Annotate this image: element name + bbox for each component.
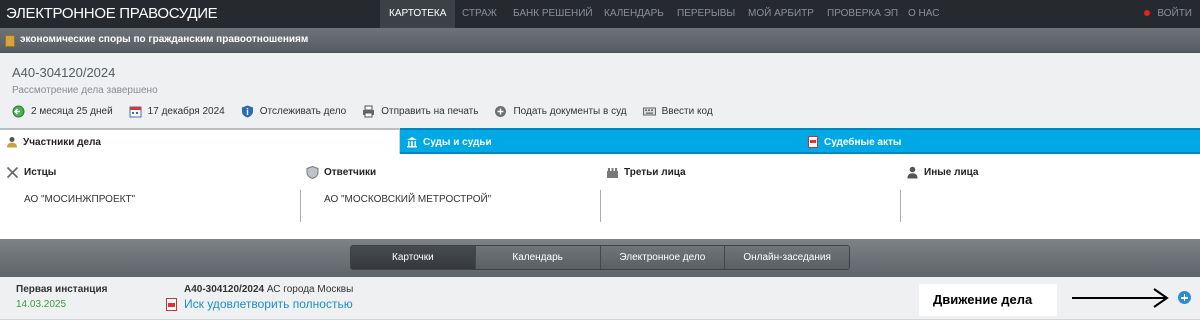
printer-icon <box>363 105 375 118</box>
track-case-button[interactable]: Отслеживать дело <box>241 105 347 118</box>
case-date-label: 17 декабря 2024 <box>147 106 225 117</box>
submit-documents-button[interactable]: Подать документы в суд <box>494 105 627 118</box>
decision-link[interactable]: Иск удовлетворить полностью <box>184 297 353 311</box>
tab-acts-label: Судебные акты <box>824 137 902 148</box>
print-label: Отправить на печать <box>381 106 479 117</box>
track-case-label: Отслеживать дело <box>259 106 347 117</box>
arrow-right-icon <box>1072 288 1169 308</box>
defendants-title: Ответчики <box>324 167 377 178</box>
case-tabs: Участники дела Суды и судьи Судебные акт… <box>0 128 1200 154</box>
keyboard-icon <box>642 107 656 116</box>
plaintiffs-title: Истцы <box>24 167 57 178</box>
instance-title: Первая инстанция <box>16 284 108 295</box>
case-duration-label: 2 месяца 25 дней <box>31 106 113 117</box>
nav-item-bank-resheniy[interactable]: БАНК РЕШЕНИЙ <box>504 0 602 28</box>
courthouse-icon <box>407 137 417 148</box>
folder-icon <box>5 35 15 47</box>
case-category: экономические споры по гражданским право… <box>20 34 309 45</box>
pdf-document-icon <box>808 136 818 148</box>
view-switcher: Карточки Календарь Электронное дело Онла… <box>350 245 850 270</box>
nav-item-proverka-ep[interactable]: ПРОВЕРКА ЭП <box>818 0 907 28</box>
tab-courts-label: Суды и судьи <box>423 137 492 148</box>
category-bar: экономические споры по гражданским право… <box>0 28 1200 53</box>
view-cards-button[interactable]: Карточки <box>351 246 476 269</box>
login-link[interactable]: ВОЙТИ <box>1144 0 1192 28</box>
case-status: Рассмотрение дела завершено <box>12 85 158 96</box>
nav-item-strazh[interactable]: СТРАЖ <box>453 0 506 28</box>
login-label: ВОЙТИ <box>1157 8 1192 19</box>
defendants-column: Ответчики АО "МОСКОВСКИЙ МЕТРОСТРОЙ" <box>300 154 600 239</box>
instance-court: АС города Москвы <box>266 284 354 295</box>
case-date: 17 декабря 2024 <box>129 105 225 118</box>
print-button[interactable]: Отправить на печать <box>362 105 478 118</box>
other-parties-title: Иные лица <box>924 167 979 178</box>
case-movement-label: Движение дела <box>933 292 1033 307</box>
plus-circle-icon <box>495 106 507 117</box>
case-header: А40-304120/2024 Рассмотрение дела заверш… <box>0 53 1200 128</box>
calendar-icon <box>129 106 142 118</box>
group-icon <box>607 168 618 178</box>
plaintiffs-column: Истцы АО "МОСИНЖПРОЕКТ" <box>0 154 300 239</box>
top-navigation: ЭЛЕКТРОННОЕ ПРАВОСУДИЕ КАРТОТЕКА СТРАЖ Б… <box>0 0 1200 28</box>
case-number: А40-304120/2024 <box>12 65 116 80</box>
tab-participants-label: Участники дела <box>23 137 101 148</box>
shield-info-icon <box>241 105 253 118</box>
tab-courts[interactable]: Суды и судьи <box>400 128 801 154</box>
crossed-swords-icon <box>6 166 19 179</box>
instance-case-number: А40-304120/2024 <box>184 284 265 295</box>
view-toolbar: Карточки Календарь Электронное дело Онла… <box>0 239 1200 277</box>
status-dot-icon <box>1144 10 1151 16</box>
other-parties-column: Иные лица <box>900 154 1200 239</box>
third-parties-column: Третьи лица <box>600 154 900 239</box>
defendant-name[interactable]: АО "МОСКОВСКИЙ МЕТРОСТРОЙ" <box>324 194 491 205</box>
nav-item-kartoteka[interactable]: КАРТОТЕКА <box>380 0 456 28</box>
brand-logo[interactable]: ЭЛЕКТРОННОЕ ПРАВОСУДИЕ <box>6 5 218 22</box>
instance-case: А40-304120/2024 АС города Москвы <box>184 284 353 295</box>
case-duration: 2 месяца 25 дней <box>12 105 113 118</box>
view-calendar-button[interactable]: Календарь <box>475 246 601 269</box>
nav-item-o-nas[interactable]: О НАС <box>899 0 948 28</box>
enter-code-button[interactable]: Ввести код <box>642 105 713 118</box>
nav-item-moy-arbitr[interactable]: МОЙ АРБИТР <box>739 0 823 28</box>
nav-item-pereryvy[interactable]: ПЕРЕРЫВЫ <box>668 0 744 28</box>
person-icon <box>7 137 17 148</box>
clock-arrow-icon <box>12 105 25 118</box>
plaintiff-name[interactable]: АО "МОСИНЖПРОЕКТ" <box>24 194 135 205</box>
expand-plus-icon[interactable] <box>1178 291 1191 304</box>
nav-item-kalendar[interactable]: КАЛЕНДАРЬ <box>595 0 673 28</box>
view-electronic-case-button[interactable]: Электронное дело <box>600 246 726 269</box>
third-parties-title: Третьи лица <box>624 167 686 178</box>
tab-participants[interactable]: Участники дела <box>0 128 400 154</box>
enter-code-label: Ввести код <box>661 106 713 117</box>
case-actions: 2 месяца 25 дней 17 декабря 2024 Отслежи… <box>12 105 729 118</box>
person-icon <box>907 166 918 179</box>
shield-icon <box>306 166 319 179</box>
view-online-sessions-button[interactable]: Онлайн-заседания <box>725 246 849 269</box>
submit-documents-label: Подать документы в суд <box>513 106 627 117</box>
tab-acts[interactable]: Судебные акты <box>801 128 1200 154</box>
pdf-icon[interactable] <box>166 298 177 311</box>
case-movement-callout: Движение дела <box>919 284 1057 316</box>
instance-date: 14.03.2025 <box>16 299 67 310</box>
participants-panel: Истцы АО "МОСИНЖПРОЕКТ" Ответчики АО "МО… <box>0 154 1200 239</box>
